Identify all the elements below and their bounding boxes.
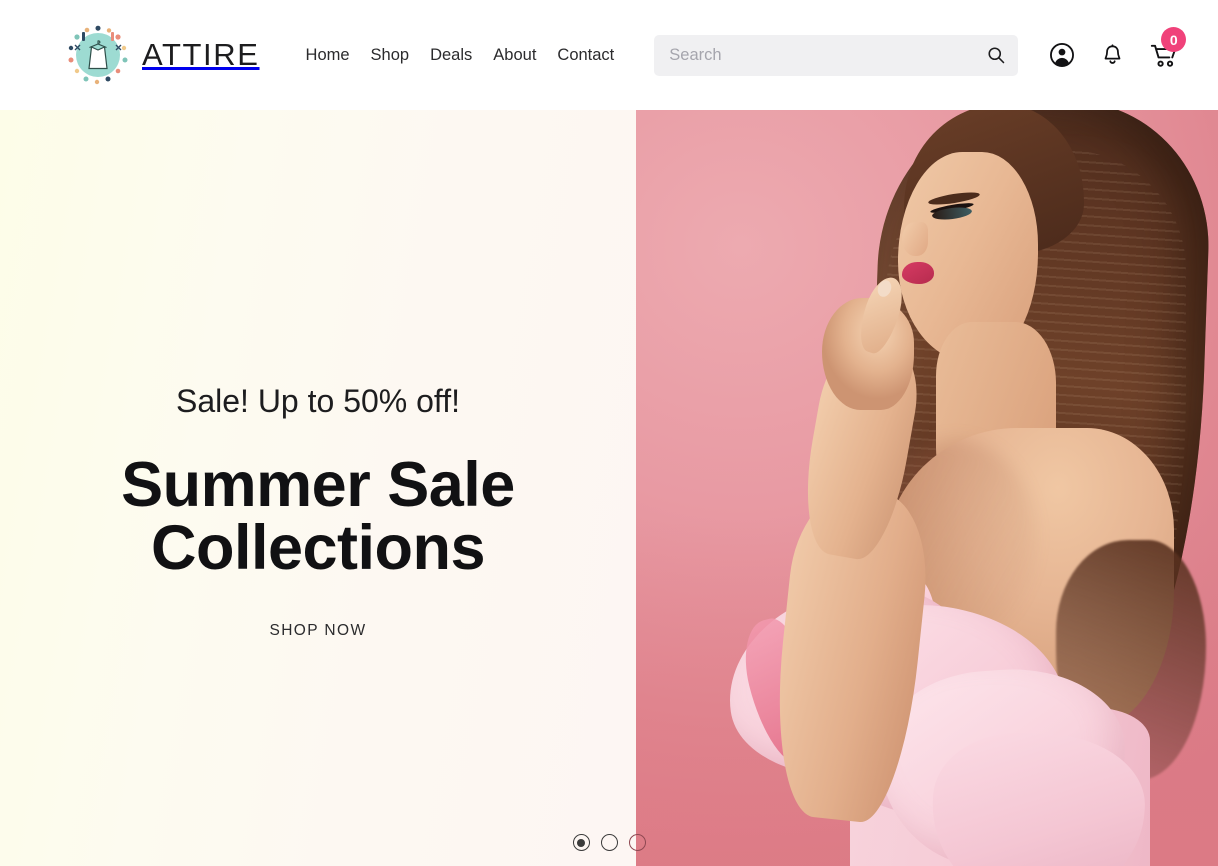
hero-title-line-2: Collections — [150, 513, 486, 584]
search-bar — [654, 34, 1019, 76]
nav-item-shop[interactable]: Shop — [371, 46, 410, 65]
dress-hanger-circle-logo-icon — [68, 25, 128, 85]
primary-navigation: Home Shop Deals About Contact — [306, 46, 615, 65]
brand-logo-link[interactable]: ATTIRE — [68, 24, 260, 86]
hero-model-photo — [636, 110, 1218, 866]
nav-item-home[interactable]: Home — [306, 46, 350, 65]
nav-item-contact[interactable]: Contact — [557, 46, 614, 65]
account-button[interactable] — [1048, 41, 1076, 69]
cart-button[interactable]: 0 — [1148, 27, 1187, 70]
hero-title: Summer Sale Collections — [40, 454, 596, 580]
hero-carousel: Sale! Up to 50% off! Summer Sale Collect… — [0, 110, 1218, 866]
hero-kicker: Sale! Up to 50% off! — [175, 383, 461, 419]
bell-icon — [1104, 43, 1121, 64]
page-root: ATTIRE Home Shop Deals About Contact Sea… — [0, 0, 1218, 866]
shop-now-button[interactable]: SHOP NOW — [269, 622, 366, 640]
nav-item-about[interactable]: About — [493, 46, 536, 65]
hero-copy: Sale! Up to 50% off! Summer Sale Collect… — [0, 382, 636, 640]
hero-text-panel: Sale! Up to 50% off! Summer Sale Collect… — [0, 110, 636, 866]
cart-count-badge: 0 — [1161, 27, 1187, 52]
search-input[interactable] — [654, 34, 1019, 76]
search-icon — [988, 47, 1005, 64]
carousel-dots — [0, 834, 1218, 851]
nav-item-deals[interactable]: Deals — [430, 46, 472, 65]
hero-title-line-1: Summer Sale — [121, 450, 515, 521]
user-account-icon — [1050, 43, 1075, 67]
brand-name: ATTIRE — [142, 37, 260, 72]
search-submit-button[interactable] — [983, 42, 1009, 68]
hero-image-panel — [636, 110, 1218, 866]
carousel-dot-3[interactable] — [628, 834, 646, 851]
carousel-dot-1[interactable] — [572, 834, 590, 851]
carousel-dot-2[interactable] — [600, 834, 618, 851]
header-actions: 0 — [1048, 27, 1187, 70]
notifications-button[interactable] — [1098, 41, 1126, 69]
site-header: ATTIRE Home Shop Deals About Contact Sea… — [0, 0, 1218, 110]
